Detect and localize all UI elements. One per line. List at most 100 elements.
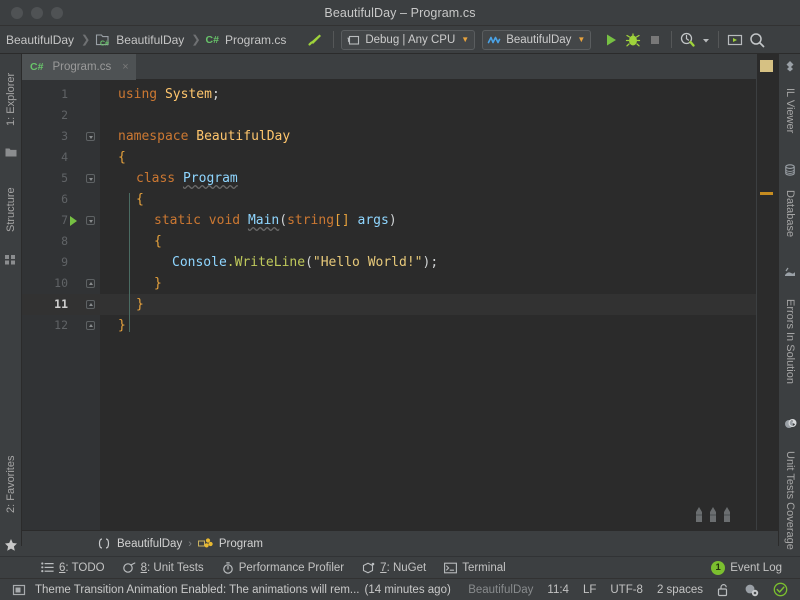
sidebar-item-structure[interactable]: Structure	[0, 172, 22, 248]
code-text[interactable]: {	[118, 147, 126, 168]
window-title: BeautifulDay – Program.cs	[324, 5, 476, 20]
sidebar-item-database[interactable]: Database	[779, 180, 800, 248]
code-line[interactable]	[22, 315, 756, 336]
warning-marker[interactable]	[760, 60, 773, 72]
sidebar-item-errors[interactable]: Errors In Solution	[779, 282, 800, 400]
status-line-separator[interactable]: LF	[576, 584, 603, 596]
sidebar-item-explorer[interactable]: 1: Explorer	[0, 56, 22, 142]
database-icon	[784, 164, 796, 176]
run-gutter-marker[interactable]	[70, 216, 77, 226]
line-number[interactable]: 6	[22, 189, 68, 210]
line-number[interactable]: 4	[22, 147, 68, 168]
code-text[interactable]: using System;	[118, 84, 220, 105]
run-configuration-combo[interactable]: BeautifulDay ▼	[482, 29, 592, 50]
breadcrumb-separator-2: ❯	[191, 34, 201, 46]
status-indent[interactable]: 2 spaces	[650, 584, 710, 596]
fold-up-icon[interactable]	[86, 300, 95, 309]
toolbar-divider-3	[718, 31, 720, 48]
fold-up-icon[interactable]	[86, 279, 95, 288]
code-line[interactable]	[22, 294, 756, 315]
nuget-icon	[362, 562, 375, 574]
breadcrumb-file[interactable]: C# Program.cs	[206, 32, 289, 48]
code-line[interactable]	[22, 147, 756, 168]
inspections-icon[interactable]	[737, 583, 766, 597]
errors-icon	[784, 266, 796, 278]
status-message[interactable]: Theme Transition Animation Enabled: The …	[35, 584, 360, 596]
code-text[interactable]: static void Main(string[] args)	[154, 210, 397, 231]
code-editor[interactable]: 1 using System; 2 3 namespace BeautifulDay 4 {…	[22, 80, 756, 530]
code-line[interactable]	[22, 168, 756, 189]
sidebar-item-il-viewer[interactable]: IL Viewer	[779, 76, 800, 146]
sidebar-item-favorites[interactable]: 2: Favorites	[0, 434, 22, 534]
code-text[interactable]: }	[154, 273, 162, 294]
fold-down-icon[interactable]	[86, 174, 95, 183]
close-icon[interactable]: ×	[122, 61, 128, 73]
run-button[interactable]	[600, 29, 622, 51]
chevron-down-icon-2[interactable]: ▼	[577, 35, 585, 44]
code-text[interactable]: {	[136, 189, 144, 210]
line-number[interactable]: 12	[22, 315, 68, 336]
terminal-icon	[444, 562, 458, 574]
error-stripe[interactable]	[756, 54, 778, 546]
nav-namespace-label[interactable]: BeautifulDay	[117, 538, 182, 550]
hammer-icon[interactable]	[304, 29, 326, 51]
profile-button[interactable]	[677, 29, 699, 51]
csharp-project-icon: C#	[95, 33, 110, 47]
line-number[interactable]: 5	[22, 168, 68, 189]
chevron-down-icon[interactable]: ▼	[461, 35, 469, 44]
code-text[interactable]: }	[118, 315, 126, 336]
line-number[interactable]: 3	[22, 126, 68, 147]
tool-window-todo[interactable]: 6: TODO	[32, 562, 114, 574]
status-caret-position[interactable]: 11:4	[540, 584, 576, 596]
coverage-icon	[783, 418, 797, 430]
editor-tab-program-cs[interactable]: C# Program.cs ×	[22, 54, 136, 80]
sidebar-item-explorer-label: 1: Explorer	[5, 72, 17, 126]
event-log-button[interactable]: 1 Event Log	[702, 560, 800, 575]
unlocked-padlock-icon[interactable]	[710, 583, 737, 597]
tool-window-performance-profiler[interactable]: Performance Profiler	[213, 562, 353, 574]
status-badge[interactable]	[766, 582, 800, 597]
code-text[interactable]: namespace BeautifulDay	[118, 126, 290, 147]
sidebar-item-structure-label: Structure	[5, 187, 17, 233]
stop-button[interactable]	[644, 29, 666, 51]
code-line[interactable]	[22, 105, 756, 126]
build-configuration-label: Debug | Any CPU	[365, 33, 456, 46]
code-line[interactable]	[22, 273, 756, 294]
tool-window-unit-tests[interactable]: 8: Unit Tests	[114, 562, 213, 574]
breadcrumb-project-label: BeautifulDay	[116, 32, 185, 47]
tool-window-terminal[interactable]: Terminal	[435, 562, 514, 574]
line-number[interactable]: 9	[22, 252, 68, 273]
tool-window-nuget[interactable]: 7: NuGet	[353, 562, 435, 574]
breadcrumb-project[interactable]: C# BeautifulDay	[95, 32, 186, 48]
line-number[interactable]: 2	[22, 105, 68, 126]
profile-dropdown[interactable]	[699, 29, 713, 51]
code-text[interactable]: Console.WriteLine("Hello World!");	[172, 252, 438, 273]
svg-text:C#: C#	[100, 40, 109, 46]
code-text[interactable]: {	[154, 231, 162, 252]
line-number[interactable]: 1	[22, 84, 68, 105]
code-text[interactable]: }	[136, 294, 144, 315]
main-toolbar: BeautifulDay ❯ C# BeautifulDay ❯ C# Prog…	[0, 26, 800, 54]
build-configuration-combo[interactable]: Debug | Any CPU ▼	[341, 29, 476, 50]
search-button[interactable]	[746, 29, 768, 51]
code-line[interactable]	[22, 189, 756, 210]
fold-down-icon[interactable]	[86, 132, 95, 141]
line-number[interactable]: 8	[22, 231, 68, 252]
modified-marker[interactable]	[760, 192, 773, 195]
fold-up-icon[interactable]	[86, 321, 95, 330]
folder-icon	[5, 147, 17, 158]
sidebar-item-coverage[interactable]: Unit Tests Coverage	[779, 434, 800, 566]
nav-class-label[interactable]: Program	[219, 538, 263, 550]
run-config-icon	[346, 34, 360, 46]
debug-button[interactable]	[622, 29, 644, 51]
run-window-button[interactable]	[724, 29, 746, 51]
breadcrumb-solution[interactable]: BeautifulDay	[4, 32, 76, 48]
notification-icon[interactable]	[0, 583, 35, 597]
code-line[interactable]	[22, 231, 756, 252]
code-text[interactable]: class Program	[136, 168, 238, 189]
line-number[interactable]: 11	[22, 294, 68, 315]
status-encoding[interactable]: UTF-8	[603, 584, 650, 596]
line-number[interactable]: 10	[22, 273, 68, 294]
fold-down-icon[interactable]	[86, 216, 95, 225]
line-number[interactable]: 7	[22, 210, 68, 231]
